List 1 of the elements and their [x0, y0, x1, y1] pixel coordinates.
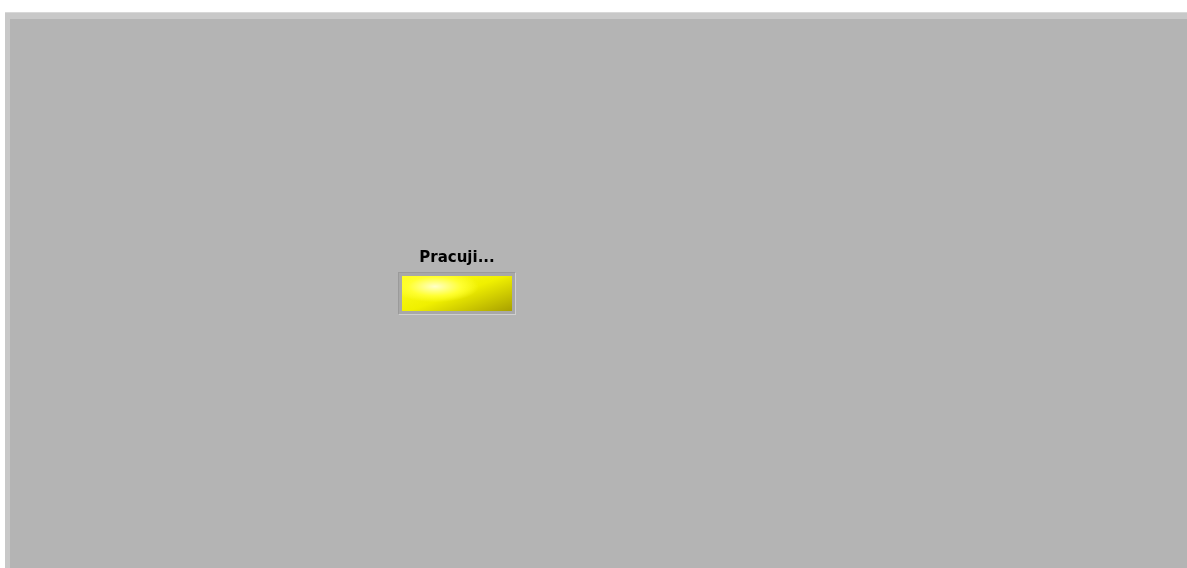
indicator-label: Pracuji... [419, 248, 495, 266]
